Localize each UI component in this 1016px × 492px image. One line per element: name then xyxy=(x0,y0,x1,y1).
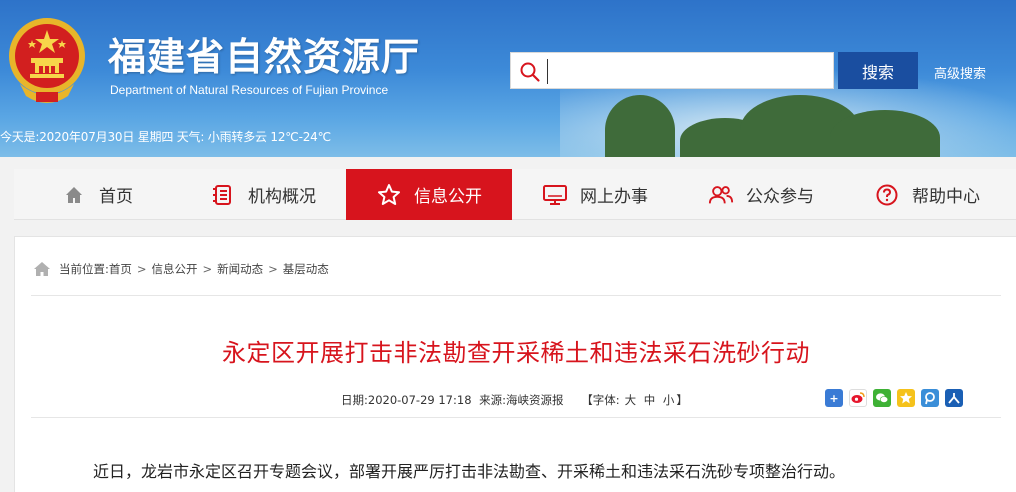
source-label: 来源: xyxy=(479,393,507,407)
nav-item-help-center[interactable]: 帮助中心 xyxy=(844,169,1010,220)
nav-item-home[interactable]: 首页 xyxy=(14,169,180,220)
search-button[interactable]: 搜索 xyxy=(838,52,918,89)
nav-item-label: 信息公开 xyxy=(414,187,482,207)
date-label: 日期: xyxy=(341,393,368,407)
plus-share-icon[interactable]: + xyxy=(825,389,843,407)
breadcrumb: 当前位置: 首页 > 信息公开 > 新闻动态 > 基层动态 xyxy=(33,261,329,277)
nav-item-info-disclosure[interactable]: 信息公开 xyxy=(346,169,512,220)
breadcrumb-separator: > xyxy=(202,262,213,276)
breadcrumb-separator: > xyxy=(136,262,147,276)
home-icon xyxy=(34,262,50,276)
breadcrumb-home[interactable]: 首页 xyxy=(109,261,132,277)
national-emblem-icon xyxy=(9,18,85,103)
article-meta: 日期:2020-07-29 17:18 来源:海峡资源报 【字体: 大 中 小】 xyxy=(341,392,692,408)
breadcrumb-local-news[interactable]: 基层动态 xyxy=(283,261,329,277)
divider xyxy=(31,417,1001,418)
nav-item-about[interactable]: 机构概况 xyxy=(180,169,346,220)
qzone-icon[interactable] xyxy=(897,389,915,407)
article-source: 海峡资源报 xyxy=(506,393,564,407)
divider xyxy=(31,295,1001,296)
breadcrumb-separator: > xyxy=(268,262,278,276)
publish-date: 2020-07-29 17:18 xyxy=(367,393,472,407)
search-input[interactable] xyxy=(547,59,827,84)
nav-item-public-participation[interactable]: 公众参与 xyxy=(678,169,844,220)
wechat-icon[interactable] xyxy=(873,389,891,407)
help-icon xyxy=(874,182,900,208)
monitor-icon xyxy=(542,182,568,208)
nav-item-online-service[interactable]: 网上办事 xyxy=(512,169,678,220)
banner-mountain xyxy=(830,110,940,157)
main-nav: 首页 机构概况 信息公开 网上办事 公众参与 帮助中心 xyxy=(14,169,1016,220)
nav-item-label: 首页 xyxy=(99,187,133,207)
font-size-label: 【字体: xyxy=(581,393,620,407)
document-list-icon xyxy=(210,182,236,208)
users-icon xyxy=(708,182,734,208)
tencent-icon[interactable] xyxy=(921,389,939,407)
home-icon xyxy=(61,182,87,208)
font-size-medium[interactable]: 中 xyxy=(644,393,656,407)
renren-icon[interactable] xyxy=(945,389,963,407)
breadcrumb-info-disclosure[interactable]: 信息公开 xyxy=(152,261,198,277)
weibo-icon[interactable] xyxy=(849,389,867,407)
search-icon xyxy=(520,62,540,82)
font-size-close: 】 xyxy=(676,393,688,407)
search-box xyxy=(510,52,834,89)
article-panel: 当前位置: 首页 > 信息公开 > 新闻动态 > 基层动态 永定区开展打击非法勘… xyxy=(14,236,1016,492)
breadcrumb-prefix: 当前位置: xyxy=(59,262,109,276)
banner-mountain xyxy=(605,95,675,157)
nav-item-label: 帮助中心 xyxy=(912,187,980,207)
article-paragraph: 近日，龙岩市永定区召开专题会议，部署开展严厉打击非法勘查、开采稀土和违法采石洗砂… xyxy=(93,462,846,481)
site-subtitle: Department of Natural Resources of Fujia… xyxy=(110,83,389,97)
font-size-small[interactable]: 小 xyxy=(663,393,675,407)
star-icon xyxy=(376,182,402,208)
advanced-search-link[interactable]: 高级搜索 xyxy=(934,63,986,82)
site-title: 福建省自然资源厅 xyxy=(108,34,421,79)
date-weather-info: 今天是:2020年07月30日 星期四 天气: 小雨转多云 12℃-24℃ xyxy=(0,130,331,144)
article-title: 永定区开展打击非法勘查开采稀土和违法采石洗砂行动 xyxy=(222,339,810,367)
nav-item-label: 公众参与 xyxy=(746,187,814,207)
nav-item-label: 网上办事 xyxy=(580,187,648,207)
site-header: 福建省自然资源厅 Department of Natural Resources… xyxy=(0,0,1016,157)
breadcrumb-news[interactable]: 新闻动态 xyxy=(217,261,263,277)
share-bar: + xyxy=(825,389,963,407)
nav-item-label: 机构概况 xyxy=(248,187,316,207)
font-size-large[interactable]: 大 xyxy=(625,393,637,407)
